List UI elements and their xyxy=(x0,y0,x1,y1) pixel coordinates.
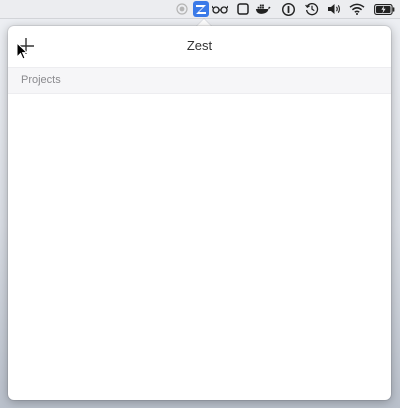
menu-bar xyxy=(0,0,400,19)
desktop-background: Zest Projects xyxy=(0,0,400,408)
time-machine-icon[interactable] xyxy=(304,1,320,17)
record-icon[interactable] xyxy=(174,1,190,17)
projects-section-header: Projects xyxy=(8,67,391,94)
wifi-icon[interactable] xyxy=(349,1,365,17)
app-title: Zest xyxy=(186,38,213,53)
popover-header: Zest xyxy=(8,26,391,66)
project-list xyxy=(8,93,391,393)
docker-icon[interactable] xyxy=(255,1,271,17)
zest-app-icon[interactable] xyxy=(193,1,209,17)
battery-icon[interactable] xyxy=(373,1,395,17)
glasses-icon[interactable] xyxy=(212,1,228,17)
onepassword-icon[interactable] xyxy=(280,1,296,17)
projects-section-label: Projects xyxy=(21,74,61,86)
square-icon[interactable] xyxy=(235,1,251,17)
popover-window: Zest Projects xyxy=(8,26,391,400)
volume-icon[interactable] xyxy=(326,1,342,17)
